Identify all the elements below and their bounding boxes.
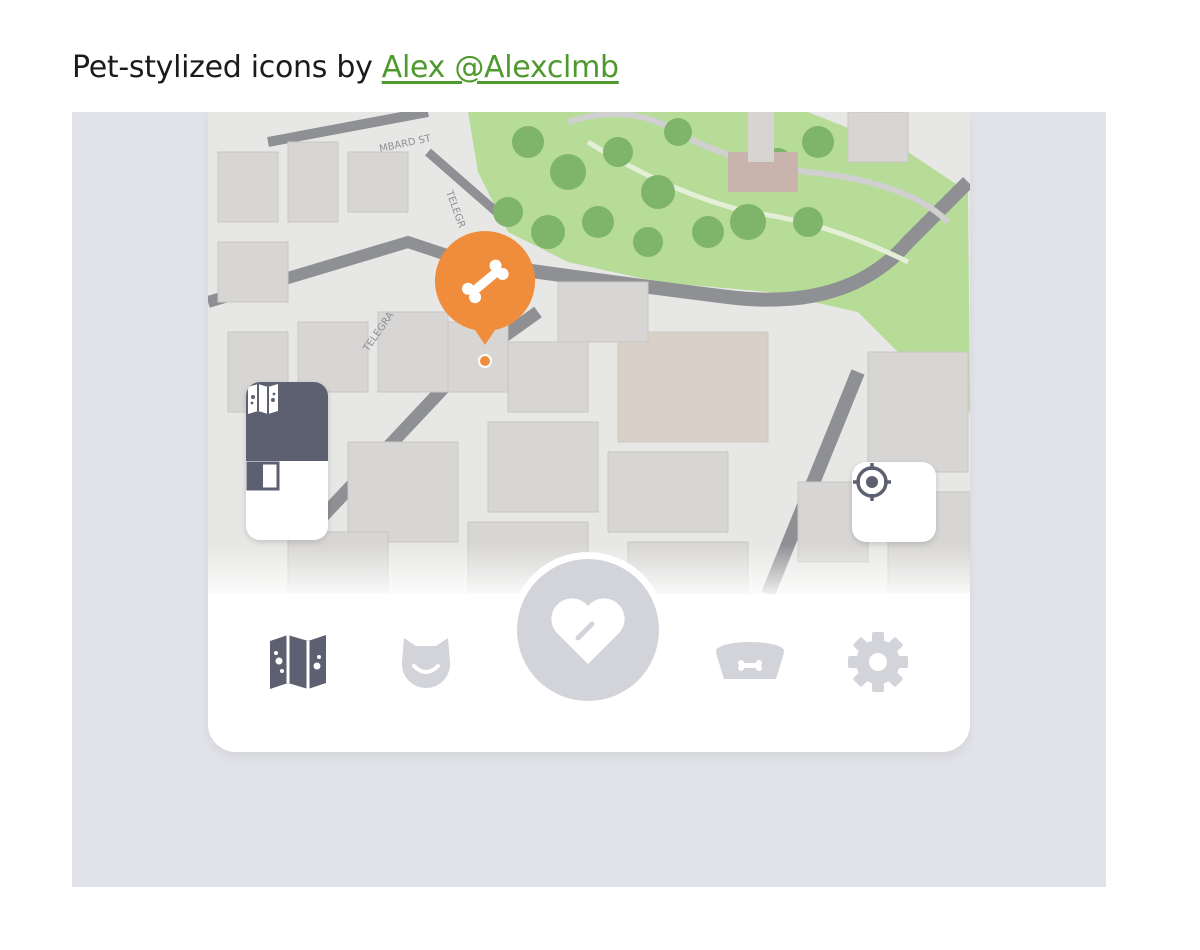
paw-map-icon xyxy=(270,635,326,689)
map-view[interactable]: MBARD ST TELEGR TELEGRA xyxy=(208,112,970,594)
split-view-button[interactable] xyxy=(246,461,328,540)
favorites-button[interactable] xyxy=(517,559,659,701)
map-mode-toggle xyxy=(246,382,328,540)
tab-pets[interactable] xyxy=(386,622,466,702)
locate-me-button[interactable] xyxy=(852,462,936,542)
crosshair-icon xyxy=(853,463,891,501)
split-square-icon xyxy=(246,461,280,491)
preview-stage: MBARD ST TELEGR TELEGRA xyxy=(72,112,1106,887)
pet-bowl-icon xyxy=(716,642,784,679)
location-pin[interactable] xyxy=(433,229,537,369)
bone-pin-icon xyxy=(434,230,536,368)
heart-icon xyxy=(551,598,625,664)
page-heading: Pet-stylized icons by Alex @Alexclmb xyxy=(72,50,619,85)
tab-feeding[interactable] xyxy=(710,622,790,702)
heading-text: Pet-stylized icons by xyxy=(72,50,382,85)
phone-screen: MBARD ST TELEGR TELEGRA xyxy=(208,112,970,752)
paw-map-icon xyxy=(248,384,278,414)
pet-face-icon xyxy=(401,638,451,689)
gear-icon xyxy=(848,632,908,692)
tab-settings[interactable] xyxy=(838,622,918,702)
author-link[interactable]: Alex @Alexclmb xyxy=(382,50,619,85)
map-mode-button[interactable] xyxy=(246,382,328,461)
tab-map[interactable] xyxy=(258,622,338,702)
bottom-tab-bar xyxy=(208,552,970,752)
